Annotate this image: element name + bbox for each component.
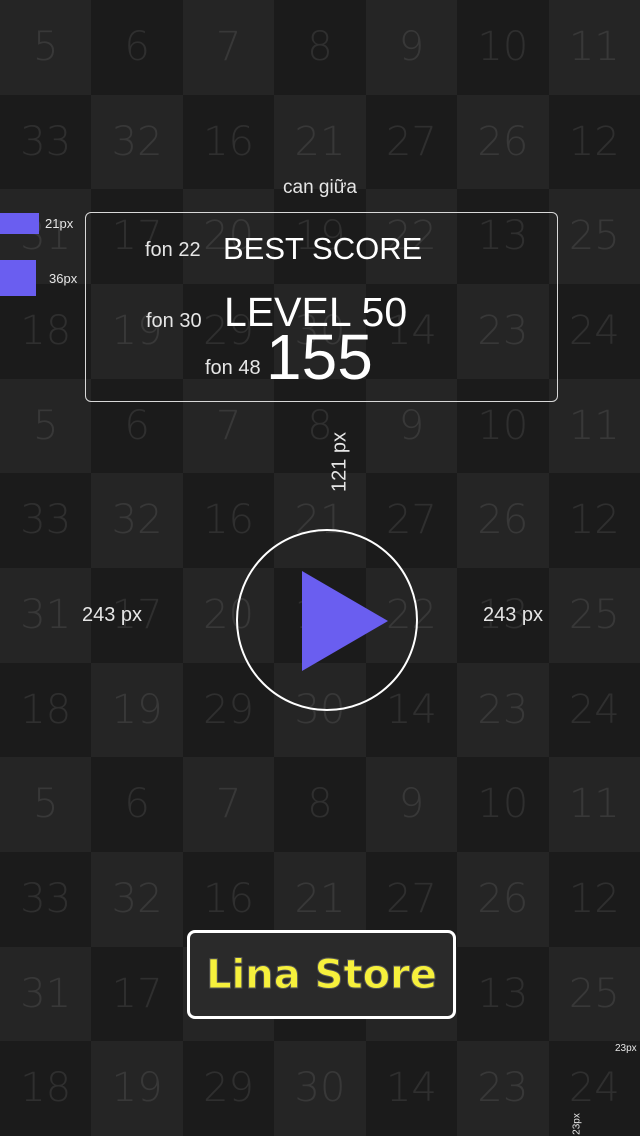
font-22-label: fon 22 xyxy=(145,239,201,261)
background-tile: 33 xyxy=(0,94,92,190)
background-tile: 10 xyxy=(457,757,549,852)
background-row: 5 6 7 8 9 10 11 xyxy=(0,0,640,95)
background-tile: 5 xyxy=(0,0,91,95)
background-row: 33 32 16 21 27 26 12 xyxy=(0,94,640,190)
center-note: can giữa xyxy=(283,177,357,198)
background-tile: 7 xyxy=(183,757,274,852)
background-tile: 17 xyxy=(91,946,183,1042)
background-tile: 33 xyxy=(0,852,92,947)
background-tile: 18 xyxy=(0,662,92,758)
font-48-label: fon 48 xyxy=(205,357,261,379)
background-tile: 10 xyxy=(457,0,549,95)
swatch-small-label: 21px xyxy=(45,216,74,231)
background-tile: 26 xyxy=(457,852,548,947)
background-tile: 9 xyxy=(366,757,457,852)
background-tile: 24 xyxy=(548,284,640,379)
background-tile: 26 xyxy=(457,95,548,190)
background-tile: 6 xyxy=(91,0,183,95)
background-tile: 24 xyxy=(548,662,640,758)
background-tile: 8 xyxy=(274,757,366,852)
swatch-large-label: 36px xyxy=(49,271,78,286)
play-button[interactable] xyxy=(236,529,418,711)
play-icon xyxy=(302,571,388,671)
background-tile: 25 xyxy=(549,947,640,1042)
background-tile: 19 xyxy=(91,1041,182,1136)
right-margin-label: 243 px xyxy=(483,604,544,626)
swatch-large xyxy=(0,260,36,296)
background-tile: 32 xyxy=(91,95,182,190)
background-tile: 5 xyxy=(0,379,91,474)
vertical-gap-label: 121 px xyxy=(328,431,351,493)
background-tile: 29 xyxy=(182,1041,275,1136)
background-tile: 25 xyxy=(549,568,640,663)
background-tile: 25 xyxy=(549,189,640,284)
background-tile: 11 xyxy=(549,0,640,95)
background-tile: 24 xyxy=(548,1041,640,1136)
background-tile: 6 xyxy=(91,757,183,852)
background-tile: 33 xyxy=(0,473,92,568)
corner-label-a: 23px xyxy=(615,1043,637,1054)
background-tile: 26 xyxy=(457,473,548,568)
background-tile: 18 xyxy=(0,1041,92,1136)
background-tile: 13 xyxy=(457,946,549,1042)
background-tile: 27 xyxy=(365,94,458,190)
background-tile: 7 xyxy=(183,0,274,95)
store-button-label: Lina Store xyxy=(206,951,438,998)
background-tile: 12 xyxy=(548,94,640,190)
left-margin-label: 243 px xyxy=(82,604,143,626)
background-tile: 11 xyxy=(549,379,640,474)
background-tile: 9 xyxy=(366,0,457,95)
background-tile: 16 xyxy=(182,94,275,190)
store-button[interactable]: Lina Store xyxy=(187,930,456,1019)
background-row: 5 6 7 8 9 10 11 xyxy=(0,757,640,852)
font-30-label: fon 30 xyxy=(146,310,202,332)
corner-label-b: 23px xyxy=(571,1113,583,1135)
background-tile: 30 xyxy=(274,1041,365,1136)
background-tile: 18 xyxy=(0,284,92,379)
background-tile: 21 xyxy=(274,95,365,190)
background-tile: 8 xyxy=(274,0,366,95)
score-panel: fon 22 BEST SCORE fon 30 LEVEL 50 fon 48… xyxy=(85,212,558,402)
background-tile: 14 xyxy=(365,1041,458,1136)
background-tile: 12 xyxy=(548,852,640,947)
background-tile: 31 xyxy=(0,568,91,663)
swatch-small xyxy=(0,213,39,234)
background-tile: 32 xyxy=(91,852,182,947)
background-tile: 11 xyxy=(549,757,640,852)
background-row: 18 19 29 30 14 23 24 xyxy=(0,1041,640,1136)
background-tile: 16 xyxy=(182,473,275,568)
background-tile: 12 xyxy=(548,473,640,568)
background-tile: 32 xyxy=(91,473,182,568)
background-tile: 23 xyxy=(457,1041,548,1136)
background-tile: 5 xyxy=(0,757,91,852)
background-tile: 31 xyxy=(0,947,91,1042)
score-value: 155 xyxy=(266,321,373,393)
background-tile: 19 xyxy=(91,663,182,758)
best-score-title: BEST SCORE xyxy=(223,231,423,266)
background-tile: 23 xyxy=(457,663,548,758)
